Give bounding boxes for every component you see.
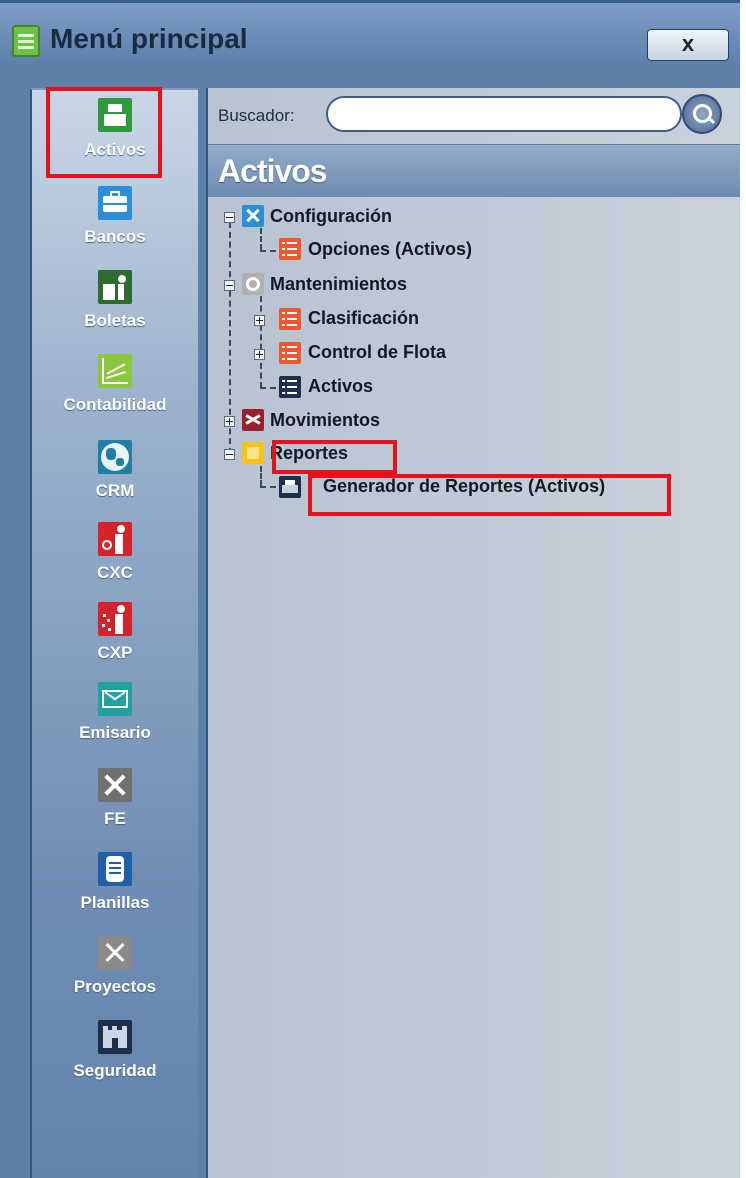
window-title: Menú principal [50, 23, 248, 54]
sidebar-item-fe[interactable]: FE [32, 768, 198, 829]
sidebar-item-label: FE [104, 809, 126, 828]
section-header: Activos [208, 144, 740, 197]
highlight-activos [46, 87, 162, 178]
sidebar-item-bancos[interactable]: Bancos [32, 186, 198, 247]
sidebar-item-label: CXP [97, 643, 133, 662]
collapse-icon[interactable] [224, 280, 235, 291]
sidebar-item-cxc[interactable]: CXC [32, 522, 198, 583]
module-sidebar: Activos Bancos Boletas Contabilidad CRM … [30, 88, 198, 1178]
sidebar-item-label: CXC [97, 563, 133, 582]
drafting-icon [98, 936, 132, 970]
title-bar[interactable]: Menú principal x [0, 3, 740, 63]
person-pay-icon [98, 602, 132, 636]
close-button[interactable]: x [647, 29, 729, 61]
tools-icon [242, 205, 264, 227]
search-input[interactable] [326, 96, 682, 132]
collapse-icon[interactable] [224, 212, 235, 223]
envelope-icon [98, 682, 132, 716]
list-icon [279, 342, 301, 364]
tools-icon [98, 768, 132, 802]
sidebar-item-seguridad[interactable]: Seguridad [32, 1020, 198, 1081]
sidebar-item-cxp[interactable]: CXP [32, 602, 198, 663]
expand-icon[interactable] [224, 416, 235, 427]
line-chart-icon [98, 354, 132, 388]
briefcase-icon [98, 186, 132, 220]
tree-label: Movimientos [270, 410, 381, 430]
highlight-reportes [272, 440, 397, 474]
tree-label: Control de Flota [308, 342, 446, 362]
section-title: Activos [218, 153, 328, 189]
sidebar-item-label: Proyectos [73, 977, 157, 996]
main-menu-window: Menú principal x Activos Bancos Boletas … [0, 0, 746, 1178]
person-ballot-icon [98, 270, 132, 304]
tree-label: Configuración [270, 206, 392, 226]
globe-icon [98, 440, 132, 474]
list-icon [279, 238, 301, 260]
search-label: Buscador: [218, 106, 295, 125]
tree-label: Opciones (Activos) [308, 239, 473, 259]
sidebar-item-boletas[interactable]: Boletas [32, 270, 198, 331]
tree-label: Mantenimientos [270, 274, 408, 294]
list-icon [279, 376, 301, 398]
sidebar-item-label: Planillas [80, 893, 150, 912]
menu-app-icon [12, 25, 40, 57]
highlight-generador [308, 474, 671, 516]
sidebar-item-planillas[interactable]: Planillas [32, 852, 198, 913]
gear-icon [242, 273, 264, 295]
castle-icon [98, 1020, 132, 1054]
sidebar-item-proyectos[interactable]: Proyectos [32, 936, 198, 997]
shuffle-icon [242, 409, 264, 431]
search-icon[interactable] [682, 94, 722, 134]
sidebar-item-label: Bancos [84, 227, 146, 246]
list-icon [279, 308, 301, 330]
sidebar-item-emisario[interactable]: Emisario [32, 682, 198, 743]
sidebar-item-contabilidad[interactable]: Contabilidad [32, 354, 198, 415]
document-icon [98, 852, 132, 886]
expand-icon[interactable] [254, 349, 265, 360]
printer-icon [279, 476, 301, 498]
main-panel: Buscador: Activos Configuración Opciones… [206, 88, 740, 1178]
sidebar-item-label: Boletas [84, 311, 146, 330]
sidebar-item-label: Seguridad [73, 1061, 157, 1080]
sidebar-item-label: Contabilidad [63, 395, 167, 414]
tree-label: Activos [308, 376, 374, 396]
expand-icon[interactable] [254, 315, 265, 326]
tree-label: Clasificación [308, 308, 420, 328]
person-collect-icon [98, 522, 132, 556]
sidebar-item-label: CRM [95, 481, 135, 500]
folder-icon [242, 442, 264, 464]
sidebar-item-crm[interactable]: CRM [32, 440, 198, 501]
collapse-icon[interactable] [224, 449, 235, 460]
sidebar-item-label: Emisario [79, 723, 151, 742]
